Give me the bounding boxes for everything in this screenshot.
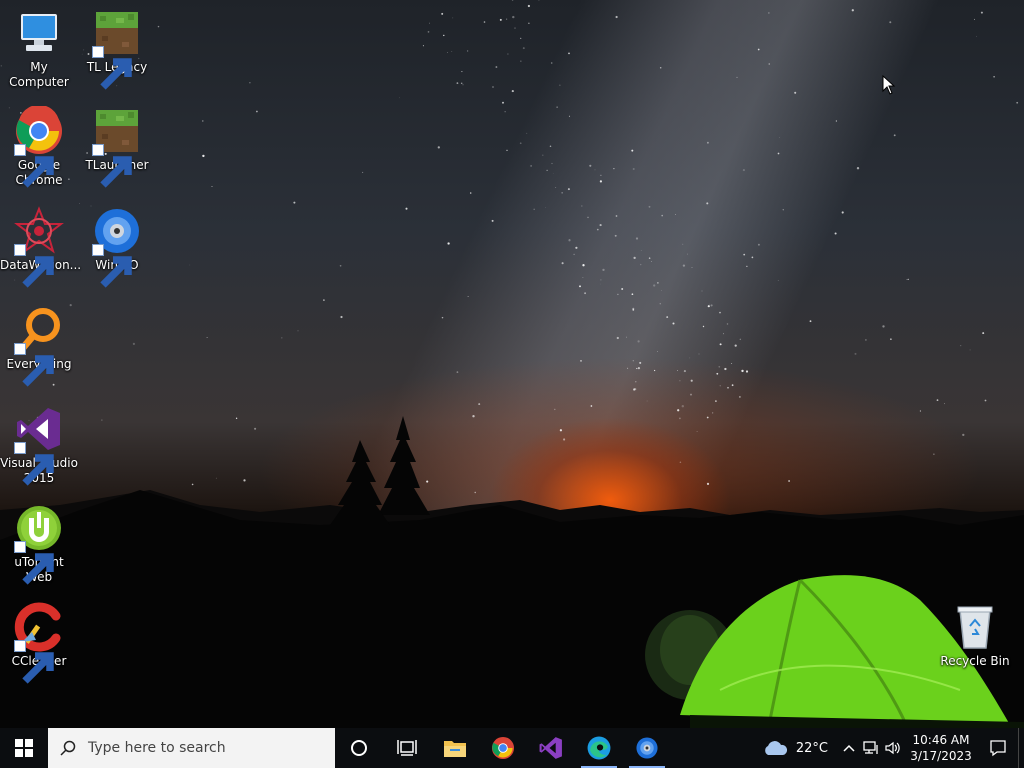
desktop-icon-tlauncher[interactable]: TLauncher (78, 106, 156, 188)
desktop-icon-utorrent-web[interactable]: uTorrent Web (0, 503, 78, 585)
show-desktop-button[interactable] (1018, 728, 1024, 768)
desktop-icon-google-chrome[interactable]: Google Chrome (0, 106, 78, 188)
shortcut-arrow-icon (14, 343, 54, 387)
desktop-icon-tl-legacy[interactable]: TL Legacy (78, 8, 156, 90)
shortcut-arrow-icon (14, 244, 54, 288)
shortcut-arrow-icon (92, 244, 132, 288)
task-view-icon (397, 740, 417, 756)
recycle-bin-icon (957, 606, 993, 649)
taskbar-clock[interactable]: 10:46 AM 3/17/2023 (904, 732, 978, 764)
desktop-icon-everything[interactable]: Everything (0, 305, 78, 387)
taskbar-visual-studio[interactable] (527, 728, 575, 768)
taskbar-search-box[interactable]: Type here to search (48, 728, 335, 768)
cortana-button[interactable] (335, 728, 383, 768)
system-tray: 22°C 10:46 AM 3/17/2023 (758, 728, 1024, 768)
desktop-icon-my-computer[interactable]: My Computer (0, 8, 78, 90)
shortcut-arrow-icon (92, 144, 132, 188)
desktop-icon-ccleaner[interactable]: CCleaner (0, 602, 78, 684)
action-center-button[interactable] (978, 728, 1018, 768)
task-view-button[interactable] (383, 728, 431, 768)
cortana-circle-icon (351, 740, 367, 756)
chevron-up-icon (843, 744, 855, 752)
folder-icon (444, 741, 466, 757)
network-button[interactable] (860, 728, 882, 768)
shortcut-arrow-icon (14, 442, 54, 486)
windows-logo-icon (15, 739, 33, 757)
monitor-icon (21, 14, 57, 51)
edge-icon (587, 736, 611, 760)
desktop[interactable]: My Computer TL Legacy Google Chrome TLau… (0, 0, 1024, 768)
search-placeholder: Type here to search (88, 740, 226, 756)
mouse-cursor-icon (882, 75, 896, 95)
desktop-icon-visual-studio-2015[interactable]: Visual Studio 2015 (0, 404, 78, 486)
desktop-icon-winiso[interactable]: WinISO (78, 206, 156, 288)
taskbar-file-explorer[interactable] (431, 728, 479, 768)
taskbar-microsoft-edge[interactable] (575, 728, 623, 768)
desktop-icon-datawagon[interactable]: DataWagon... (0, 206, 81, 288)
taskbar: Type here to search 22°C 10:46 AM 3/17/2… (0, 728, 1024, 768)
clock-date: 3/17/2023 (910, 749, 972, 763)
taskbar-google-chrome[interactable] (479, 728, 527, 768)
desktop-icon-recycle-bin[interactable]: Recycle Bin (936, 602, 1014, 669)
cloud-icon (765, 741, 787, 755)
desktop-icon-label: Recycle Bin (940, 654, 1010, 668)
notification-icon (990, 740, 1006, 757)
speaker-icon (885, 741, 900, 755)
shortcut-arrow-icon (14, 541, 54, 585)
chrome-icon (491, 736, 515, 760)
shortcut-arrow-icon (14, 640, 54, 684)
taskbar-winiso[interactable] (623, 728, 671, 768)
disc-icon (636, 737, 658, 759)
show-hidden-icons-button[interactable] (838, 728, 860, 768)
visual-studio-icon (539, 737, 562, 759)
shortcut-arrow-icon (14, 144, 54, 188)
volume-button[interactable] (882, 728, 904, 768)
clock-time: 10:46 AM (912, 733, 970, 747)
weather-temperature: 22°C (795, 740, 828, 756)
desktop-icon-label: My Computer (9, 60, 69, 89)
search-icon (60, 740, 76, 756)
weather-widget[interactable]: 22°C (758, 728, 838, 768)
network-icon (863, 741, 878, 754)
shortcut-arrow-icon (92, 46, 132, 90)
start-button[interactable] (0, 728, 48, 768)
